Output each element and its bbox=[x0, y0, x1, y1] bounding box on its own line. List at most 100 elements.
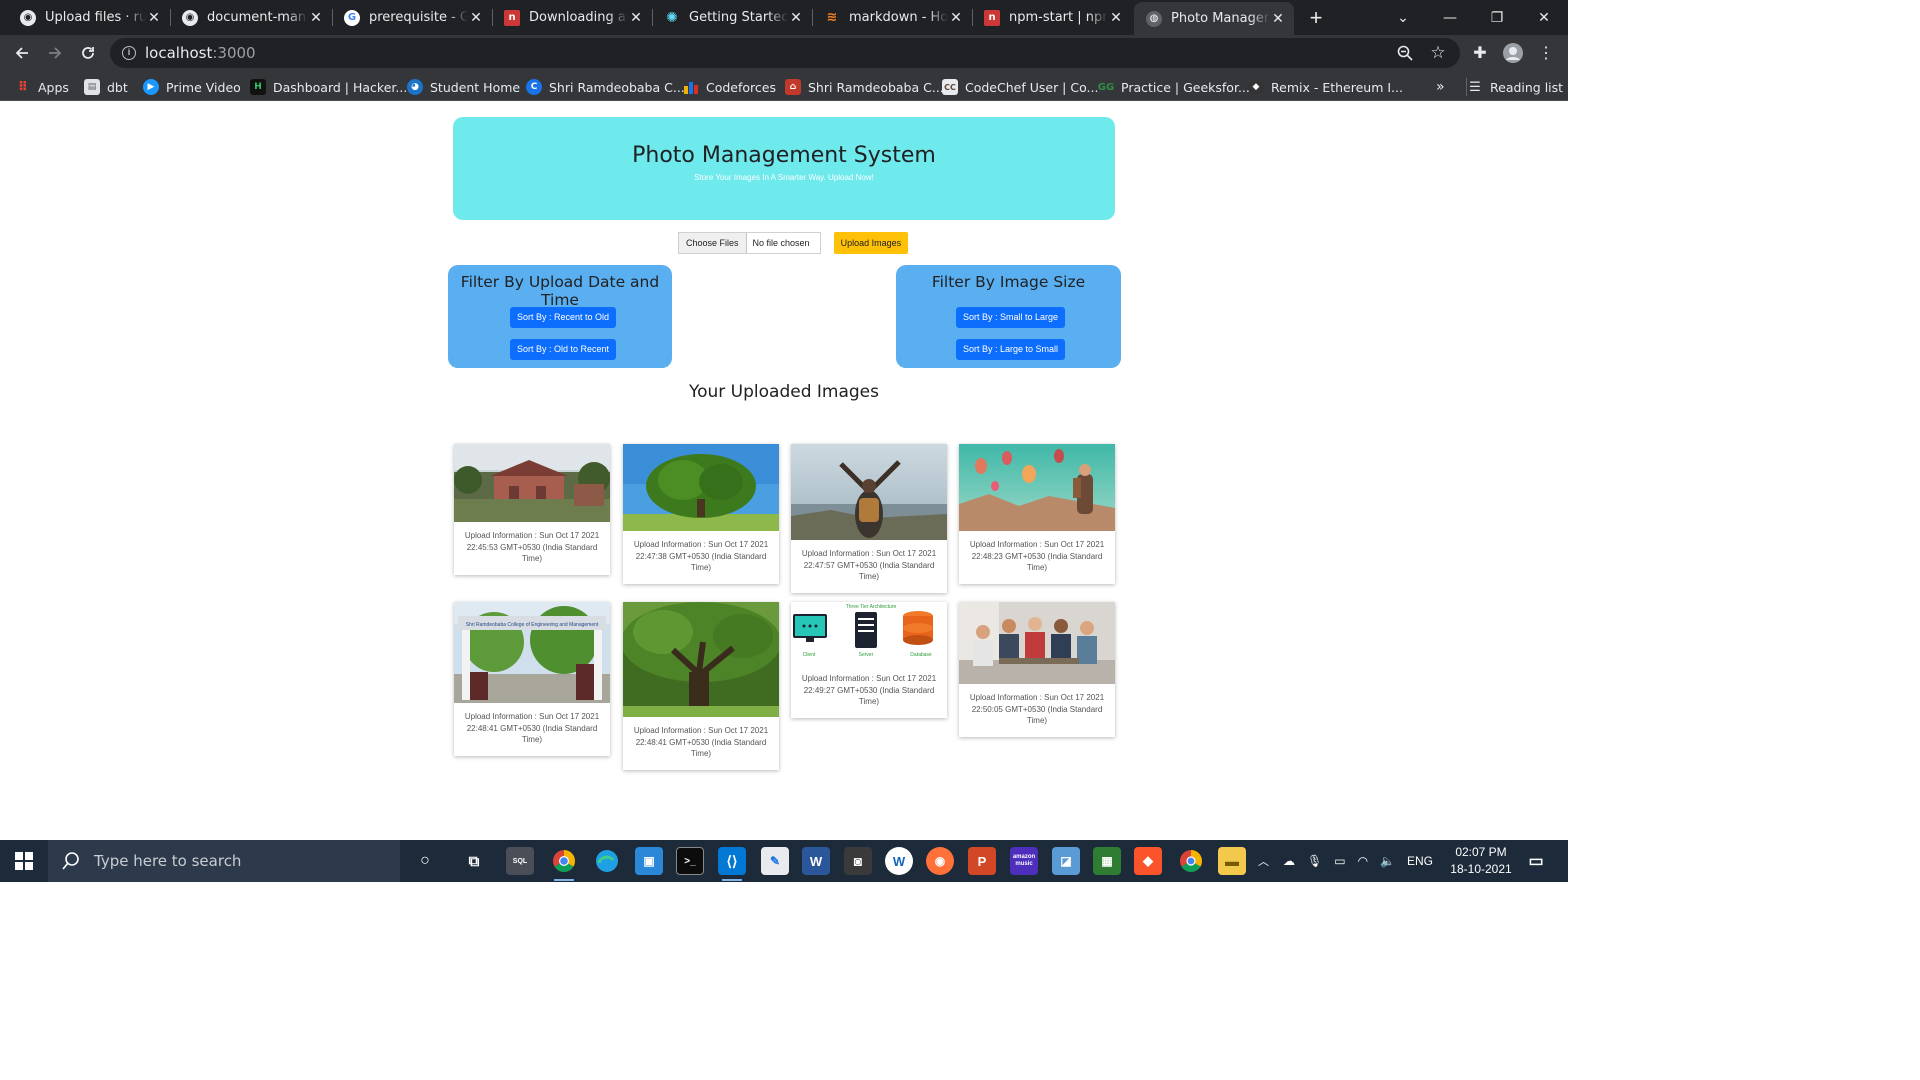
notepad-icon[interactable]: ✎ bbox=[761, 847, 789, 875]
address-bar[interactable]: i localhost:3000 ☆ bbox=[110, 38, 1460, 68]
minimize-button[interactable]: — bbox=[1427, 0, 1473, 35]
windows-taskbar: Type here to search ○ ⧉ SQL ▣ >_ ⟨⟩ ✎ W … bbox=[0, 840, 1568, 882]
close-icon[interactable]: ✕ bbox=[1108, 10, 1124, 26]
image-card[interactable]: Upload Information : Sun Oct 17 2021 22:… bbox=[623, 602, 779, 770]
browser-tab[interactable]: ◉ document-management ✕ bbox=[170, 2, 332, 33]
sql-app-icon[interactable]: SQL bbox=[506, 847, 534, 875]
vscode-icon[interactable]: ⟨⟩ bbox=[718, 847, 746, 881]
volume-icon[interactable]: 🔈 bbox=[1380, 854, 1395, 868]
reading-list-button[interactable]: ☰ Reading list bbox=[1466, 78, 1563, 96]
bookmark-item[interactable]: ▶ Prime Video bbox=[143, 78, 241, 96]
camera-icon[interactable]: ◙ bbox=[844, 847, 872, 875]
browser-tab[interactable]: ≋ markdown - How to ✕ bbox=[812, 2, 972, 33]
battery-icon[interactable]: ▭ bbox=[1334, 854, 1345, 868]
sort-recent-to-old-button[interactable]: Sort By : Recent to Old bbox=[510, 307, 617, 328]
task-view-icon[interactable]: ⧉ bbox=[460, 847, 488, 875]
bookmarks-overflow-button[interactable]: » bbox=[1436, 78, 1445, 96]
brave-icon[interactable]: ◆ bbox=[1134, 847, 1162, 875]
upload-info-caption: Upload Information : Sun Oct 17 2021 22:… bbox=[969, 693, 1105, 725]
tab-search-button[interactable]: ⌄ bbox=[1380, 0, 1426, 35]
upload-images-button[interactable]: Upload Images bbox=[833, 232, 909, 254]
language-indicator[interactable]: ENG bbox=[1407, 854, 1433, 868]
browser-tab-active[interactable]: ◍ Photo Management System ✕ bbox=[1134, 2, 1294, 35]
file-explorer-icon[interactable]: ▬ bbox=[1218, 847, 1246, 875]
sort-old-to-recent-button[interactable]: Sort By : Old to Recent bbox=[510, 339, 617, 360]
back-button[interactable] bbox=[8, 39, 36, 67]
image-card[interactable]: Upload Information : Sun Oct 17 2021 22:… bbox=[454, 444, 610, 575]
image-card[interactable]: Upload Information : Sun Oct 17 2021 22:… bbox=[623, 444, 779, 584]
reading-list-icon: ☰ bbox=[1469, 79, 1481, 95]
bookmark-item[interactable]: CC CodeChef User | Co... bbox=[942, 78, 1098, 96]
site-info-icon[interactable]: i bbox=[122, 46, 136, 60]
image-card[interactable]: Upload Information : Sun Oct 17 2021 22:… bbox=[791, 444, 947, 593]
close-icon[interactable]: ✕ bbox=[468, 10, 484, 26]
browser-menu-icon[interactable]: ⋮ bbox=[1534, 41, 1558, 65]
sort-large-to-small-button[interactable]: Sort By : Large to Small bbox=[956, 339, 1066, 360]
close-icon[interactable]: ✕ bbox=[948, 10, 964, 26]
diagram-title-text: Three Tier Architecture bbox=[846, 604, 897, 610]
bookmark-item[interactable]: C Shri Ramdeobaba C... bbox=[526, 78, 685, 96]
browser-tab[interactable]: n Downloading and installing ✕ bbox=[492, 2, 652, 33]
notes-app-icon[interactable]: ◪ bbox=[1052, 847, 1080, 875]
wifi-icon[interactable]: ◠ bbox=[1358, 854, 1368, 868]
bookmark-apps[interactable]: ⠿ Apps bbox=[15, 78, 69, 96]
close-icon[interactable]: ✕ bbox=[1270, 11, 1286, 27]
bookmark-item[interactable]: H Dashboard | Hacker... bbox=[250, 78, 407, 96]
close-icon[interactable]: ✕ bbox=[146, 10, 162, 26]
bookmark-item[interactable]: ▤ dbt bbox=[84, 78, 128, 96]
remote-desktop-icon[interactable]: ▣ bbox=[635, 847, 663, 875]
sort-small-to-large-button[interactable]: Sort By : Small to Large bbox=[956, 307, 1066, 328]
spreadsheet-app-icon[interactable]: ▦ bbox=[1093, 847, 1121, 875]
bookmark-item[interactable]: Codeforces bbox=[683, 78, 776, 96]
geeksforgeeks-icon: GG bbox=[1097, 81, 1115, 93]
network-alert-icon[interactable]: ☁ bbox=[1283, 854, 1295, 868]
terminal-icon[interactable]: >_ bbox=[676, 847, 704, 875]
close-icon[interactable]: ✕ bbox=[308, 10, 324, 26]
upload-info-caption: Upload Information : Sun Oct 17 2021 22:… bbox=[464, 531, 600, 563]
bookmark-star-icon[interactable]: ☆ bbox=[1426, 41, 1450, 65]
cortana-icon[interactable]: ○ bbox=[411, 847, 439, 875]
browser-tab[interactable]: G prerequisite - Google Search ✕ bbox=[332, 2, 492, 33]
zoom-icon[interactable] bbox=[1393, 41, 1417, 65]
bookmark-item[interactable]: ◆ Remix - Ethereum I... bbox=[1248, 78, 1403, 96]
profile-avatar[interactable] bbox=[1501, 41, 1525, 65]
image-card[interactable]: Upload Information : Sun Oct 17 2021 22:… bbox=[959, 602, 1115, 737]
whatsapp-icon[interactable]: W bbox=[885, 847, 913, 875]
bookmark-item[interactable]: GG Practice | Geeksfor... bbox=[1098, 78, 1250, 96]
restore-button[interactable]: ❐ bbox=[1474, 0, 1520, 35]
taskbar-clock[interactable]: 02:07 PM 18-10-2021 bbox=[1440, 844, 1522, 878]
taskbar-search-box[interactable]: Type here to search bbox=[48, 840, 400, 882]
browser-tab[interactable]: ✺ Getting Started with ✕ bbox=[652, 2, 812, 33]
powerpoint-icon[interactable]: P bbox=[968, 847, 996, 875]
extensions-puzzle-icon[interactable]: ✚ bbox=[1468, 41, 1492, 65]
bookmark-item[interactable]: ◕ Student Home bbox=[407, 78, 520, 96]
forward-button[interactable] bbox=[41, 39, 69, 67]
upload-info-caption: Upload Information : Sun Oct 17 2021 22:… bbox=[633, 726, 769, 758]
start-button[interactable] bbox=[0, 840, 48, 882]
firefox-icon[interactable]: ◉ bbox=[926, 847, 954, 875]
edge-icon[interactable] bbox=[593, 847, 621, 875]
notification-center-icon[interactable]: ▭ bbox=[1522, 847, 1550, 875]
browser-tab[interactable]: n npm-start | npm Docs ✕ bbox=[972, 2, 1132, 33]
show-hidden-icons-chevron-icon[interactable]: ︿ bbox=[1258, 853, 1269, 869]
image-card[interactable]: Upload Information : Sun Oct 17 2021 22:… bbox=[959, 444, 1115, 584]
word-icon[interactable]: W bbox=[802, 847, 830, 875]
chrome-profile-icon[interactable] bbox=[1177, 847, 1205, 875]
image-card[interactable]: Three Tier Architecture Client Server Da… bbox=[791, 602, 947, 718]
bookmark-label: Student Home bbox=[430, 79, 521, 95]
new-tab-button[interactable]: + bbox=[1302, 4, 1330, 32]
browser-tab[interactable]: ◉ Upload files · rushi ✕ bbox=[8, 2, 170, 33]
reload-button[interactable] bbox=[74, 39, 102, 67]
amazon-music-icon[interactable]: amazon music bbox=[1010, 847, 1038, 875]
file-input[interactable]: Choose Files No file chosen bbox=[678, 232, 821, 254]
upload-form: Choose Files No file chosen Upload Image… bbox=[678, 232, 909, 254]
window-close-button[interactable]: ✕ bbox=[1521, 0, 1567, 35]
close-icon[interactable]: ✕ bbox=[788, 10, 804, 26]
tab-label: npm-start | npm Docs bbox=[1009, 10, 1108, 25]
microphone-icon[interactable]: 🎙 bbox=[1307, 854, 1322, 868]
chrome-icon[interactable] bbox=[550, 847, 578, 881]
bookmark-item[interactable]: ⌂ Shri Ramdeobaba C... bbox=[785, 78, 944, 96]
choose-files-button[interactable]: Choose Files bbox=[679, 233, 747, 253]
image-card[interactable]: Shri Ramdeobaba College of Engineering a… bbox=[454, 602, 610, 756]
close-icon[interactable]: ✕ bbox=[628, 10, 644, 26]
